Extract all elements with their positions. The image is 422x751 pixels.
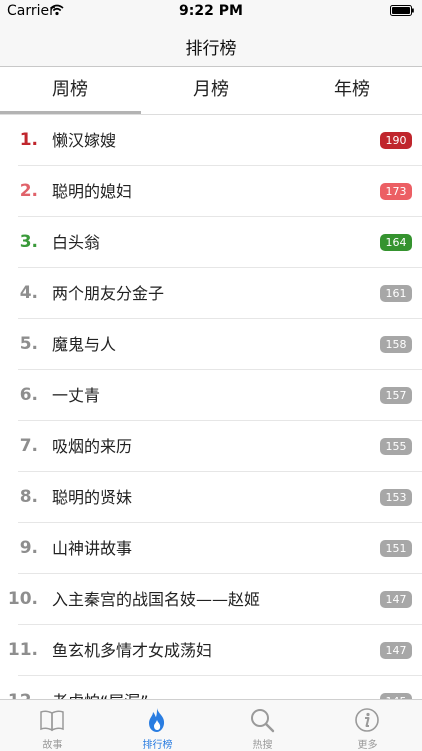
count-badge: 173	[380, 183, 412, 200]
story-title: 白头翁	[52, 233, 101, 252]
tab-selected-indicator	[0, 111, 141, 114]
list-item[interactable]: 1. 懒汉嫁嫂 190	[0, 115, 422, 166]
story-title: 懒汉嫁嫂	[52, 131, 117, 150]
rank-number: 3.	[19, 232, 38, 252]
count-badge: 155	[380, 438, 412, 455]
tabbar-item-stories[interactable]: 故事	[0, 700, 105, 751]
tab-weekly[interactable]: 周榜	[0, 67, 140, 114]
info-icon	[355, 708, 379, 732]
rank-number: 8.	[19, 487, 38, 507]
story-title: 老虎怕“屋漏”	[52, 676, 149, 699]
book-icon	[40, 710, 64, 732]
story-title: 聪明的贤妹	[52, 488, 133, 507]
rank-number: 4.	[19, 283, 38, 303]
tabbar-label: 热搜	[252, 740, 273, 751]
list-item[interactable]: 9. 山神讲故事 151	[0, 523, 422, 574]
tabbar-item-hot-search[interactable]: 热搜	[210, 700, 315, 751]
count-badge: 153	[380, 489, 412, 506]
rank-number: 9.	[19, 538, 38, 558]
rank-number: 6.	[19, 385, 38, 405]
tabbar-item-ranking[interactable]: 排行榜	[105, 700, 210, 751]
count-badge: 157	[380, 387, 412, 404]
search-icon	[251, 709, 275, 733]
story-title: 聪明的媳妇	[52, 182, 133, 201]
tabbar-item-more[interactable]: 更多	[315, 700, 420, 751]
story-title: 魔鬼与人	[52, 335, 117, 354]
list-item[interactable]: 4. 两个朋友分金子 161	[0, 268, 422, 319]
list-item[interactable]: 8. 聪明的贤妹 153	[0, 472, 422, 523]
flame-icon	[149, 708, 165, 732]
story-title: 入主秦宫的战国名妓——赵姬	[52, 590, 261, 609]
ranking-list[interactable]: 1. 懒汉嫁嫂 190 2. 聪明的媳妇 173 3. 白头翁 164 4. 两个朋友分金子 1…	[0, 115, 422, 699]
count-badge: 147	[380, 591, 412, 608]
rank-number: 5.	[19, 334, 38, 354]
list-item[interactable]: 2. 聪明的媳妇 173	[0, 166, 422, 217]
count-badge: 161	[380, 285, 412, 302]
list-item[interactable]: 3. 白头翁 164	[0, 217, 422, 268]
tab-yearly[interactable]: 年榜	[282, 67, 422, 114]
tab-monthly[interactable]: 月榜	[141, 67, 281, 114]
battery-icon	[390, 5, 414, 16]
page-title: 排行榜	[185, 39, 237, 59]
status-bar: Carrier 9:22 PM	[0, 0, 422, 22]
list-item[interactable]: 5. 魔鬼与人 158	[0, 319, 422, 370]
rank-number: 1.	[19, 130, 38, 150]
story-title: 山神讲故事	[52, 539, 133, 558]
navigation-bar: 排行榜	[0, 22, 422, 67]
tabbar-label: 故事	[42, 740, 63, 751]
list-item[interactable]: 10. 入主秦宫的战国名妓——赵姬 147	[0, 574, 422, 625]
tabbar-label: 更多	[357, 740, 378, 751]
rank-number: 7.	[19, 436, 38, 456]
segment-tabs: 周榜 月榜 年榜	[0, 67, 422, 115]
story-title: 鱼玄机多情才女成荡妇	[52, 641, 213, 660]
list-item[interactable]: 12.老虎怕“屋漏”145	[0, 676, 422, 699]
story-title: 两个朋友分金子	[52, 284, 165, 303]
rank-number: 11.	[7, 640, 38, 660]
rank-number: 2.	[19, 181, 38, 201]
list-item[interactable]: 7. 吸烟的来历 155	[0, 421, 422, 472]
story-title: 吸烟的来历	[52, 437, 133, 456]
count-badge: 147	[380, 642, 412, 659]
tabbar-label: 排行榜	[142, 740, 173, 751]
rank-number: 12.	[0, 676, 38, 699]
count-badge: 151	[380, 540, 412, 557]
list-item[interactable]: 11. 鱼玄机多情才女成荡妇 147	[0, 625, 422, 676]
count-badge: 190	[380, 132, 412, 149]
list-item[interactable]: 6. 一丈青 157	[0, 370, 422, 421]
count-badge: 164	[380, 234, 412, 251]
bottom-tab-bar: 故事 排行榜 热搜 更多	[0, 699, 422, 751]
count-badge: 158	[380, 336, 412, 353]
rank-number: 10.	[7, 589, 38, 609]
story-title: 一丈青	[52, 386, 101, 405]
status-time: 9:22 PM	[179, 3, 243, 19]
